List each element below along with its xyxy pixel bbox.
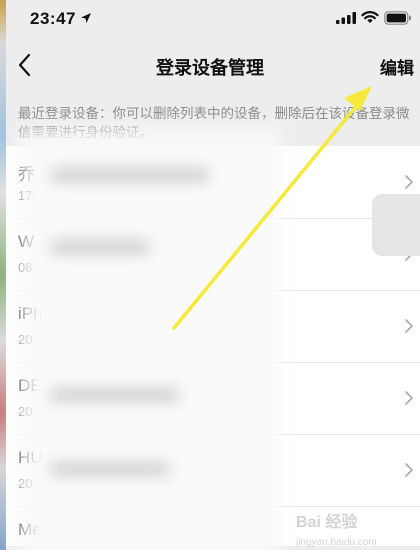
watermark: Bai 经验 jingyan.baidu.com [296,508,377,550]
watermark-text: Bai 经验 [296,514,358,531]
watermark-sub: jingyan.baidu.com [296,537,377,548]
annotation-arrow [172,86,372,330]
